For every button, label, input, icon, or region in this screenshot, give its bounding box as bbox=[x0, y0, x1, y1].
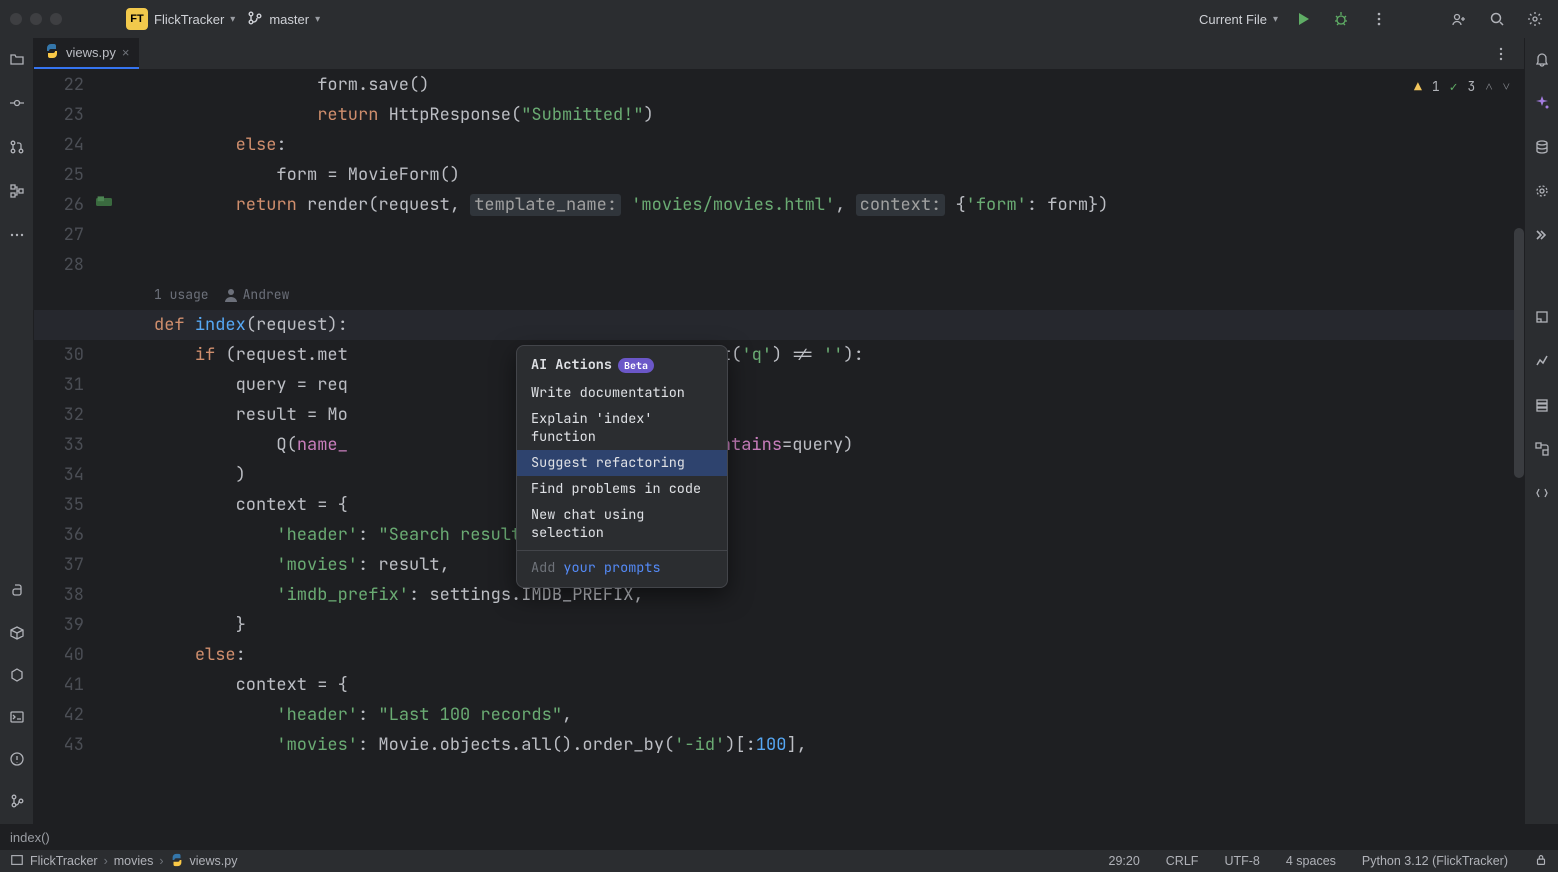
problems-button[interactable] bbox=[4, 746, 30, 772]
nav-project[interactable]: FlickTracker bbox=[30, 854, 98, 868]
check-count: 3 bbox=[1468, 78, 1476, 95]
editor-scrollbar[interactable] bbox=[1514, 228, 1524, 478]
prev-problem-button[interactable]: ˄ bbox=[1485, 78, 1492, 95]
editor-area: views.py × 22 23 24 25 26 27 28 29 30 31… bbox=[34, 38, 1524, 824]
lock-icon[interactable] bbox=[1534, 853, 1548, 870]
minimize-dot[interactable] bbox=[30, 13, 42, 25]
profiler-button[interactable] bbox=[1529, 348, 1555, 374]
chevron-down-icon: ▾ bbox=[315, 14, 320, 25]
project-tool-button[interactable] bbox=[4, 46, 30, 72]
project-name: FlickTracker bbox=[154, 12, 224, 27]
file-encoding[interactable]: UTF-8 bbox=[1224, 854, 1259, 868]
structure-tool-button[interactable] bbox=[4, 178, 30, 204]
warning-icon: ▲ bbox=[1414, 78, 1422, 95]
notifications-button[interactable] bbox=[1529, 46, 1555, 72]
editor-tabs: views.py × bbox=[34, 38, 1524, 70]
ai-action-find-problems[interactable]: Find problems in code bbox=[517, 476, 727, 502]
left-tool-rail bbox=[0, 38, 34, 824]
ai-action-explain-function[interactable]: Explain 'index' function bbox=[517, 406, 727, 450]
python-console-button[interactable] bbox=[4, 578, 30, 604]
usages-count[interactable]: 1 usage bbox=[154, 280, 209, 310]
warning-count: 1 bbox=[1432, 78, 1440, 95]
nav-file[interactable]: views.py bbox=[190, 854, 238, 868]
project-selector[interactable]: FT FlickTracker ▾ bbox=[126, 8, 235, 30]
chevron-right-icon: › bbox=[104, 854, 108, 868]
more-tools-button[interactable] bbox=[4, 222, 30, 248]
collapse-button[interactable] bbox=[1529, 222, 1555, 248]
settings-button[interactable] bbox=[1522, 6, 1548, 32]
function-breadcrumb[interactable]: index() bbox=[0, 824, 1558, 850]
tab-more-button[interactable] bbox=[1488, 41, 1514, 67]
code-with-me-button[interactable] bbox=[1446, 6, 1472, 32]
python-packages-button[interactable] bbox=[4, 620, 30, 646]
window-controls[interactable] bbox=[10, 13, 62, 25]
code-content[interactable]: ▲1 ✓3 ˄ ˅ form.save() return HttpRespons… bbox=[154, 70, 1524, 824]
interpreter[interactable]: Python 3.12 (FlickTracker) bbox=[1362, 854, 1508, 868]
commit-tool-button[interactable] bbox=[4, 90, 30, 116]
status-bar: FlickTracker › movies › views.py 29:20 C… bbox=[0, 850, 1558, 872]
project-icon bbox=[10, 853, 24, 870]
pull-requests-button[interactable] bbox=[4, 134, 30, 160]
run-config-label: Current File bbox=[1199, 12, 1267, 27]
changed-line-icon[interactable] bbox=[96, 194, 116, 208]
gutter-annotations bbox=[94, 70, 154, 824]
beta-badge: Beta bbox=[618, 358, 654, 373]
inspections-widget[interactable]: ▲ 1 ✓ 3 ˄ ˅ bbox=[1414, 78, 1510, 95]
add-prompts-row: Add your prompts bbox=[517, 555, 727, 581]
your-prompts-link[interactable]: your prompts bbox=[563, 559, 660, 577]
breadcrumb-fn: index() bbox=[10, 830, 50, 845]
ai-action-write-documentation[interactable]: Write documentation bbox=[517, 380, 727, 406]
zoom-dot[interactable] bbox=[50, 13, 62, 25]
chevron-down-icon: ▾ bbox=[230, 14, 235, 25]
check-icon: ✓ bbox=[1450, 78, 1458, 95]
chevron-right-icon: › bbox=[159, 854, 163, 868]
branch-name: master bbox=[269, 12, 309, 27]
cursor-position[interactable]: 29:20 bbox=[1109, 854, 1140, 868]
tab-views-py[interactable]: views.py × bbox=[34, 38, 139, 69]
ai-action-suggest-refactoring[interactable]: Suggest refactoring bbox=[517, 450, 727, 476]
line-number-gutter: 22 23 24 25 26 27 28 29 30 31 32 33 34 3… bbox=[34, 70, 94, 824]
vcs-tool-button[interactable] bbox=[4, 788, 30, 814]
python-file-icon bbox=[44, 43, 60, 62]
terminal-button[interactable] bbox=[4, 704, 30, 730]
project-badge: FT bbox=[126, 8, 148, 30]
ai-actions-popup: AI Actions Beta Write documentation Expl… bbox=[516, 345, 728, 588]
search-button[interactable] bbox=[1484, 6, 1510, 32]
right-tool-rail bbox=[1524, 38, 1558, 824]
code-vision-hint[interactable]: 1 usage Andrew bbox=[154, 280, 1524, 310]
branch-icon bbox=[247, 10, 263, 29]
python-file-icon bbox=[170, 853, 184, 870]
tab-filename: views.py bbox=[66, 45, 116, 60]
ai-assistant-button[interactable] bbox=[1529, 90, 1555, 116]
more-actions-button[interactable] bbox=[1366, 6, 1392, 32]
services-button[interactable] bbox=[4, 662, 30, 688]
title-bar: FT FlickTracker ▾ master ▾ Current File … bbox=[0, 0, 1558, 38]
author-name[interactable]: Andrew bbox=[243, 280, 290, 310]
debug-button[interactable] bbox=[1328, 6, 1354, 32]
close-dot[interactable] bbox=[10, 13, 22, 25]
run-config-selector[interactable]: Current File ▾ bbox=[1199, 12, 1278, 27]
diff-tool-button[interactable] bbox=[1529, 178, 1555, 204]
popup-separator bbox=[517, 550, 727, 551]
close-icon[interactable]: × bbox=[122, 45, 130, 60]
coverage-button[interactable] bbox=[1529, 392, 1555, 418]
endpoints-button[interactable] bbox=[1529, 436, 1555, 462]
code-editor[interactable]: 22 23 24 25 26 27 28 29 30 31 32 33 34 3… bbox=[34, 70, 1524, 824]
run-button[interactable] bbox=[1290, 6, 1316, 32]
resize-button[interactable] bbox=[1529, 304, 1555, 330]
next-problem-button[interactable]: ˅ bbox=[1503, 78, 1510, 95]
popup-title: AI Actions Beta bbox=[517, 352, 727, 380]
chevron-down-icon: ▾ bbox=[1273, 14, 1278, 25]
indent-config[interactable]: 4 spaces bbox=[1286, 854, 1336, 868]
line-separator[interactable]: CRLF bbox=[1166, 854, 1199, 868]
tool-button[interactable] bbox=[1529, 480, 1555, 506]
branch-selector[interactable]: master ▾ bbox=[247, 10, 320, 29]
database-tool-button[interactable] bbox=[1529, 134, 1555, 160]
nav-dir[interactable]: movies bbox=[114, 854, 154, 868]
ai-action-new-chat[interactable]: New chat using selection bbox=[517, 502, 727, 546]
